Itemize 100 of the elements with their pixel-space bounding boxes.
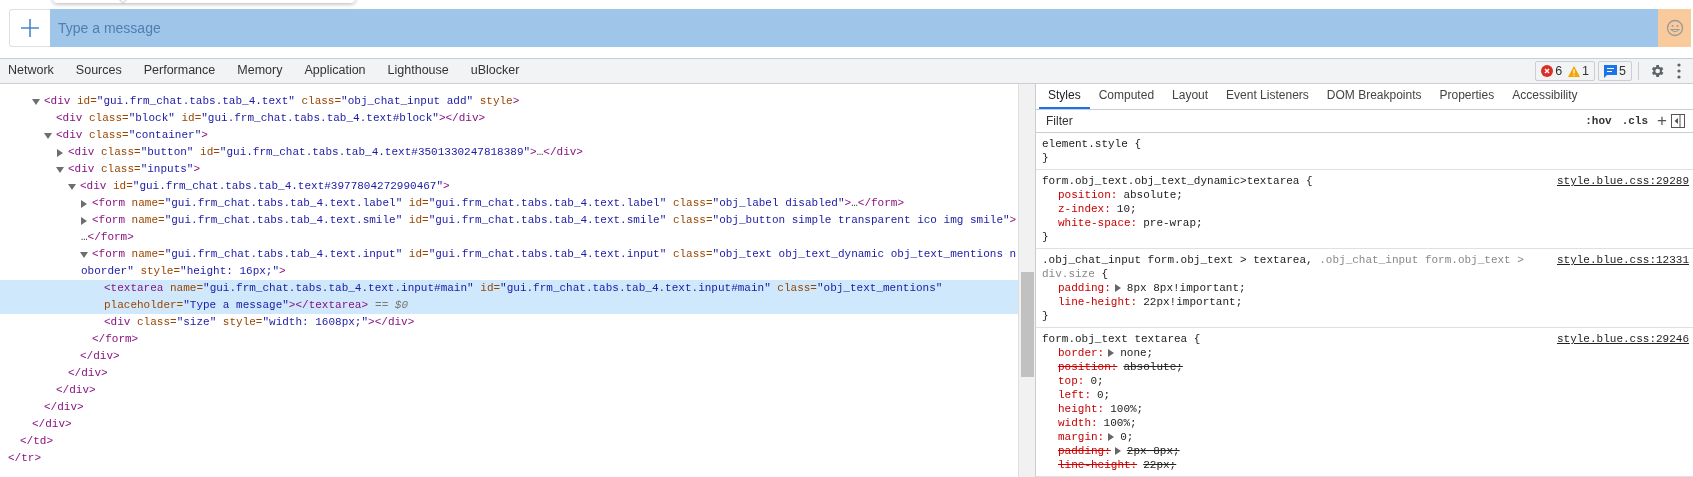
expand-triangle-icon[interactable] — [1114, 284, 1121, 292]
css-property-name: padding: — [1058, 444, 1111, 458]
css-property-value: none; — [1120, 346, 1154, 360]
code-line[interactable]: <div id="gui.frm_chat.tabs.tab_4.text#3977804272990467"> — [0, 178, 1018, 195]
css-property-name: border: — [1058, 346, 1105, 360]
code-line[interactable]: </div> — [0, 399, 1018, 416]
code-line[interactable]: …</form> — [0, 229, 1018, 246]
css-property-value: 8px 8px!important; — [1126, 281, 1246, 295]
more-options-icon[interactable] — [1677, 63, 1681, 79]
collapsed-triangle-icon[interactable] — [80, 199, 88, 208]
new-rule-button[interactable]: + — [1653, 110, 1671, 131]
devtools-tab[interactable]: Lighthouse — [379, 59, 460, 83]
settings-icon[interactable] — [1649, 63, 1665, 79]
brace: { — [1193, 333, 1201, 345]
css-property-name: white-space: — [1058, 216, 1138, 230]
css-property-value: 10; — [1116, 202, 1137, 216]
code-line[interactable]: <form name="gui.frm_chat.tabs.tab_4.text.input" id="gui.frm_chat.tabs.tab_4.text.input" class="obj_text obj_text_dynamic obj_text_mentions n — [0, 246, 1018, 263]
css-property-name: margin: — [1058, 430, 1105, 444]
css-property-value: absolute; — [1123, 360, 1183, 374]
code-line[interactable]: </div> — [0, 416, 1018, 433]
css-property-name: z-index: — [1058, 202, 1111, 216]
smiley-icon — [1665, 19, 1684, 37]
css-property-name: line-height: — [1058, 458, 1138, 472]
styles-pane-tab[interactable]: DOM Breakpoints — [1317, 84, 1431, 109]
brace: { — [1101, 268, 1109, 280]
plus-icon — [20, 18, 40, 38]
css-selector: element.style — [1042, 138, 1128, 150]
css-property-name: position: — [1058, 188, 1118, 202]
styles-pane-tab[interactable]: Computed — [1089, 84, 1164, 109]
css-property-value: 100%; — [1110, 402, 1144, 416]
code-line[interactable]: <div id="gui.frm_chat.tabs.tab_4.text" class="obj_chat_input add" style> — [0, 93, 1018, 110]
devtools-tab[interactable]: Sources — [67, 59, 133, 83]
css-property-value: 0; — [1097, 388, 1111, 402]
code-line[interactable]: <div class="size" style="width: 1608px;"></div> — [0, 314, 1018, 331]
warning-icon — [1568, 65, 1581, 77]
styles-pane-tab[interactable]: Styles — [1039, 84, 1090, 109]
styles-pane-tab[interactable]: Properties — [1430, 84, 1504, 109]
code-line[interactable]: </div> — [0, 348, 1018, 365]
css-selector: form.obj_text.obj_text_dynamic>textarea — [1042, 175, 1300, 187]
source-link[interactable]: style.blue.css:29289 — [1556, 174, 1689, 188]
css-selector: div.size — [1042, 268, 1095, 280]
expanded-triangle-icon[interactable] — [80, 250, 88, 259]
hover-state-button[interactable]: :hov — [1580, 114, 1617, 127]
css-property-value: pre-wrap; — [1143, 216, 1203, 230]
expand-triangle-icon[interactable] — [1108, 433, 1115, 441]
code-line[interactable]: <div class="container"> — [0, 127, 1018, 144]
issues-button[interactable]: 6 1 — [1535, 61, 1596, 81]
css-property-name: height: — [1058, 402, 1105, 416]
expanded-triangle-icon[interactable] — [68, 182, 76, 191]
styles-pane-tab[interactable]: Accessibility — [1503, 84, 1587, 109]
message-field[interactable]: Type a message — [50, 9, 1658, 47]
collapsed-triangle-icon[interactable] — [80, 216, 88, 225]
css-property-name: line-height: — [1058, 295, 1138, 309]
css-property-name: padding: — [1058, 281, 1111, 295]
expanded-triangle-icon[interactable] — [56, 165, 64, 174]
styles-pane-tab[interactable]: Layout — [1163, 84, 1218, 109]
expanded-triangle-icon[interactable] — [32, 97, 40, 106]
scrollbar[interactable] — [1018, 84, 1035, 477]
code-line[interactable]: <div class="inputs"> — [0, 161, 1018, 178]
devtools-tab[interactable]: Network — [0, 59, 65, 83]
css-property-name: width: — [1058, 416, 1098, 430]
css-property-value: 2px 8px; — [1126, 444, 1180, 458]
code-line[interactable]: </div> — [0, 382, 1018, 399]
error-icon — [1541, 65, 1554, 77]
css-property-value: 22px!important; — [1143, 295, 1243, 309]
code-line[interactable]: <form name="gui.frm_chat.tabs.tab_4.text.label" id="gui.frm_chat.tabs.tab_4.text.label" class="obj_label disabled">…</form> — [0, 195, 1018, 212]
source-link[interactable]: style.blue.css:29246 — [1556, 332, 1689, 346]
expand-triangle-icon[interactable] — [1108, 349, 1115, 357]
code-line[interactable]: </tr> — [0, 450, 1018, 467]
devtools-tab[interactable]: Performance — [135, 59, 227, 83]
devtools-tab[interactable]: Application — [296, 59, 377, 83]
code-line[interactable]: oborder" style="height: 16px;"> — [0, 263, 1018, 280]
css-property-value: 22px; — [1143, 458, 1177, 472]
sidebar-toggle-icon[interactable] — [1671, 113, 1685, 128]
collapsed-triangle-icon[interactable] — [56, 148, 64, 157]
brace: { — [1306, 175, 1313, 187]
css-selector: .obj_chat_input form.obj_text > — [1319, 254, 1524, 266]
code-line[interactable]: <div class="button" id="gui.frm_chat.tabs.tab_4.text#3501330247818389">…</div> — [0, 144, 1018, 161]
code-line[interactable]: </div> — [0, 365, 1018, 382]
class-toggle-button[interactable]: .cls — [1616, 114, 1654, 127]
devtools-tab[interactable]: Memory — [229, 59, 294, 83]
add-button[interactable] — [9, 9, 50, 47]
css-selector: form.obj_text textarea — [1042, 333, 1188, 345]
css-property-value: 0; — [1090, 374, 1104, 388]
brace: } — [1042, 231, 1049, 243]
expanded-triangle-icon[interactable] — [44, 131, 52, 140]
css-property-value: 100%; — [1103, 416, 1137, 430]
source-link[interactable]: style.blue.css:12331 — [1556, 253, 1689, 267]
code-line[interactable]: </td> — [0, 433, 1018, 450]
css-property-name: top: — [1058, 374, 1085, 388]
css-selector: .obj_chat_input form.obj_text > textarea, — [1042, 254, 1313, 266]
styles-pane-tab[interactable]: Event Listeners — [1217, 84, 1318, 109]
code-line[interactable]: <form name="gui.frm_chat.tabs.tab_4.text.smile" id="gui.frm_chat.tabs.tab_4.text.smile" class="obj_button simple transparent ico img smile"> — [0, 212, 1018, 229]
brace: } — [1042, 152, 1049, 164]
code-line[interactable]: </form> — [0, 331, 1018, 348]
expand-triangle-icon[interactable] — [1114, 447, 1121, 455]
devtools-tab[interactable]: uBlocker — [462, 59, 531, 83]
messages-button[interactable]: 5 — [1598, 61, 1632, 81]
css-property-name: left: — [1058, 388, 1091, 402]
code-line[interactable]: <div class="block" id="gui.frm_chat.tabs.tab_4.text#block"></div> — [0, 110, 1018, 127]
